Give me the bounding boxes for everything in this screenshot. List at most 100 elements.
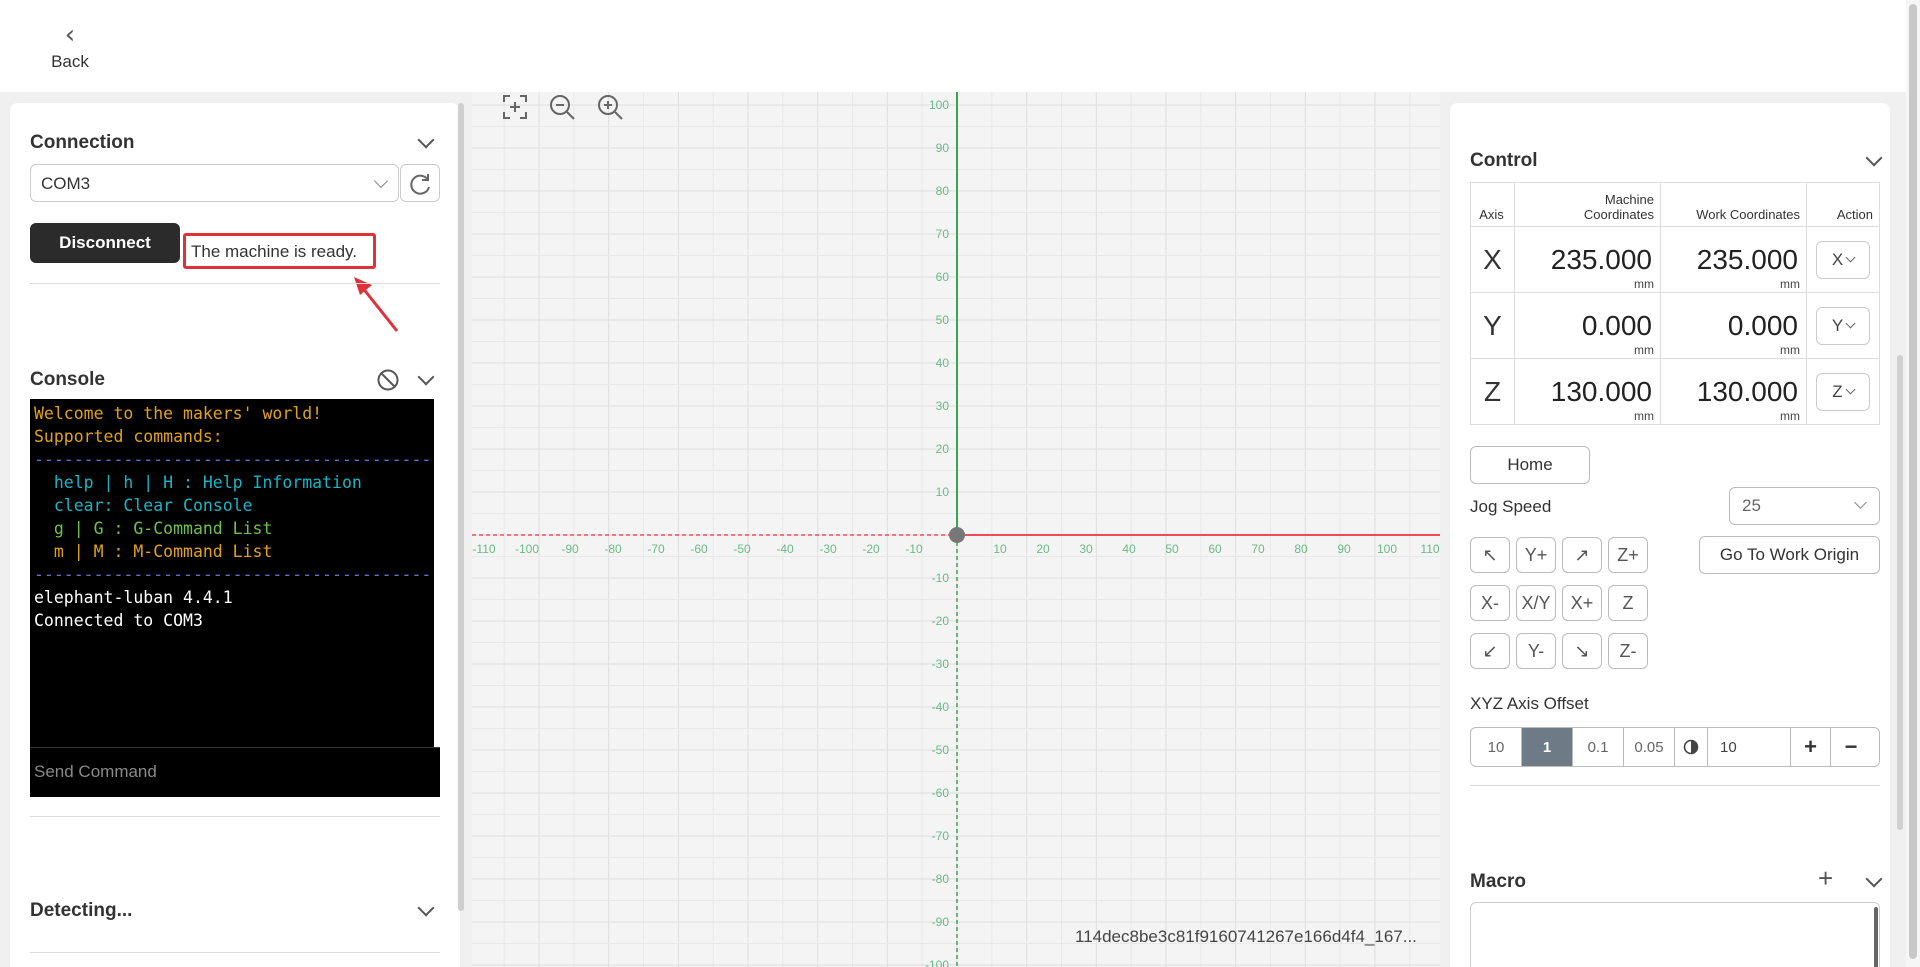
x-tick-label: -30 [819,542,837,556]
console-line: Connected to COM3 [34,611,203,630]
machine-coordinate: 0.000 mm [1514,292,1661,359]
refresh-ports-button[interactable] [400,164,440,202]
port-select-value: COM3 [41,174,91,193]
y-tick-label: 10 [936,485,950,499]
jog-y-plus-button[interactable]: Y+ [1516,537,1556,573]
x-tick-label: 80 [1294,542,1308,556]
arrow-up-left-icon: ↖ [1482,544,1498,565]
console-line: clear: Clear Console [34,496,253,515]
axis-label: Y [1470,292,1515,359]
y-tick-label: 80 [936,184,950,198]
jog-z-plus-button[interactable]: Z+ [1608,537,1648,573]
x-tick-label: -40 [776,542,794,556]
machine-coordinate: 235.000 mm [1514,226,1661,293]
jog-speed-value: 25 [1742,496,1761,515]
coordinate-row: X 235.000 mm 235.000 mm X [1470,226,1880,293]
jog-up-right-button[interactable]: ↗ [1562,537,1602,573]
offset-step-0-05[interactable]: 0.05 [1624,728,1675,766]
jog-up-left-button[interactable]: ↖ [1470,537,1510,573]
fit-view-icon[interactable] [500,92,530,122]
y-tick-label: 60 [936,270,950,284]
left-panel-scrollbar[interactable] [458,103,464,911]
jog-x-minus-button[interactable]: X- [1470,585,1510,621]
right-panel-scrollbar[interactable] [1897,355,1903,830]
console-line: ----------------------------------------… [34,565,440,584]
window-scrollbar[interactable] [1906,0,1920,967]
jog-down-right-button[interactable]: ↘ [1562,633,1602,669]
y-tick-label: -20 [932,614,950,628]
port-select[interactable]: COM3 [30,164,399,202]
connection-title: Connection [30,132,135,153]
zoom-out-icon[interactable] [547,92,577,122]
x-tick-label: -60 [690,542,708,556]
axis-label: X [1470,226,1515,293]
x-tick-label: 100 [1377,542,1397,556]
detecting-collapse-chevron-icon[interactable] [418,902,432,916]
offset-decrease-button[interactable]: − [1831,728,1871,766]
send-command-input[interactable]: Send Command [30,747,440,797]
console-line: m | M : M-Command List [34,542,273,561]
y-tick-label: -70 [932,829,950,843]
add-macro-plus-icon[interactable]: + [1818,864,1833,892]
jog-x-plus-button[interactable]: X+ [1562,585,1602,621]
go-to-work-origin-button[interactable]: Go To Work Origin [1699,536,1880,574]
chevron-down-icon [1854,496,1867,509]
y-tick-label: 20 [936,442,950,456]
macro-collapse-chevron-icon[interactable] [1866,873,1880,887]
arrow-up-right-icon: ↗ [1574,544,1590,565]
custom-step-toggle[interactable] [1675,728,1708,766]
y-tick-label: -100 [925,958,949,967]
work-coordinate: 130.000 mm [1660,358,1807,425]
axis-action-dropdown[interactable]: Z [1816,372,1870,411]
coordinates-table: Axis Machine Coordinates Work Coordinates… [1470,182,1880,425]
y-tick-label: -40 [932,700,950,714]
x-tick-label: 70 [1251,542,1265,556]
x-tick-label: 30 [1079,542,1093,556]
offset-step-0-1[interactable]: 0.1 [1573,728,1624,766]
console-line: ----------------------------------------… [34,450,440,469]
chevron-down-icon [1845,318,1856,328]
work-coordinate: 0.000 mm [1660,292,1807,359]
header-work-coordinates: Work Coordinates [1660,182,1807,227]
offset-custom-input[interactable]: 10 [1708,728,1791,766]
y-tick-label: 40 [936,356,950,370]
console-line: Supported commands: [34,427,223,446]
header-axis: Axis [1470,182,1515,227]
macro-list[interactable] [1470,902,1880,967]
divider [30,816,440,817]
disconnect-button[interactable]: Disconnect [30,223,180,263]
jog-speed-label: Jog Speed [1470,497,1552,516]
workspace-canvas[interactable]: -110 -100 -90 -80 -70 -60 -50 -40 -30 -20 -10 10 20 3… [472,92,1440,967]
jog-y-minus-button[interactable]: Y- [1516,633,1556,669]
control-collapse-chevron-icon[interactable] [1866,152,1880,166]
jog-down-left-button[interactable]: ↙ [1470,633,1510,669]
chevron-down-icon [1845,252,1856,262]
jog-z-home-button[interactable]: Z [1608,585,1648,621]
y-tick-label: -50 [932,743,950,757]
axis-action-dropdown[interactable]: Y [1816,306,1870,345]
chevron-down-icon [1845,384,1856,394]
coordinate-row: Z 130.000 mm 130.000 mm Z [1470,358,1880,425]
offset-increase-button[interactable]: + [1791,728,1831,766]
jog-speed-select[interactable]: 25 [1729,487,1880,525]
console-scrollbar[interactable] [434,399,440,747]
connection-collapse-chevron-icon[interactable] [418,134,432,148]
back-button[interactable]: ‹ Back [48,22,92,72]
jog-z-minus-button[interactable]: Z- [1608,633,1648,669]
macro-list-scrollbar[interactable] [1874,907,1878,967]
top-bar: ‹ Back [0,0,1906,92]
home-button[interactable]: Home [1470,446,1590,484]
x-tick-label: -70 [647,542,665,556]
offset-step-10[interactable]: 10 [1471,728,1522,766]
back-label: Back [51,52,89,71]
jog-xy-home-button[interactable]: X/Y [1516,585,1556,621]
zoom-in-icon[interactable] [595,92,625,122]
clear-console-icon[interactable] [376,368,400,392]
coordinate-row: Y 0.000 mm 0.000 mm Y [1470,292,1880,359]
offset-step-1[interactable]: 1 [1522,728,1573,766]
console-collapse-chevron-icon[interactable] [418,371,432,385]
xyz-axis-offset-label: XYZ Axis Offset [1470,694,1589,713]
console-output[interactable]: Welcome to the makers' world! Supported c… [30,399,440,747]
axis-action-dropdown[interactable]: X [1816,240,1870,279]
x-tick-label: -50 [733,542,751,556]
